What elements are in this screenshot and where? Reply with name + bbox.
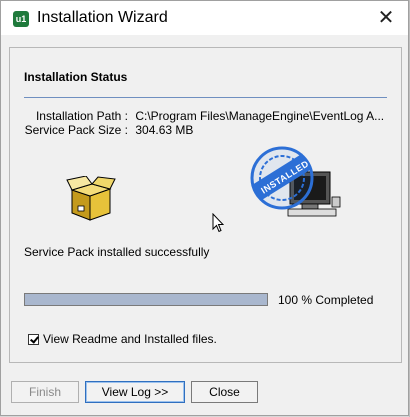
section-separator <box>24 97 387 98</box>
service-pack-size-value: 304.63 MB <box>135 123 194 137</box>
view-log-button[interactable]: View Log >> <box>85 381 185 403</box>
installation-path-label: Installation Path : <box>35 109 128 123</box>
installation-path-row: Installation Path : C:\Program Files\Man… <box>24 109 387 123</box>
service-pack-size-row: Service Pack Size : 304.63 MB <box>24 123 387 137</box>
view-readme-option[interactable]: View Readme and Installed files. <box>28 332 217 346</box>
installed-computer-icon <box>250 146 341 217</box>
view-readme-label[interactable]: View Readme and Installed files. <box>43 332 217 346</box>
view-readme-checkbox[interactable] <box>28 334 39 345</box>
mouse-cursor-icon <box>212 213 224 233</box>
installation-wizard-window: u1 Installation Wizard ✕ Installation St… <box>0 0 409 416</box>
finish-button[interactable]: Finish <box>11 381 79 403</box>
window-title: Installation Wizard <box>37 9 168 26</box>
close-window-button[interactable]: ✕ <box>364 1 408 35</box>
title-bar[interactable]: u1 Installation Wizard ✕ <box>1 1 408 35</box>
installation-path-value: C:\Program Files\ManageEngine\EventLog A… <box>135 109 385 123</box>
package-box-icon <box>66 176 116 221</box>
progress-bar <box>24 293 268 306</box>
status-panel: Installation Status Installation Path : … <box>9 47 402 363</box>
progress-fill <box>25 294 267 305</box>
service-pack-size-label: Service Pack Size : <box>24 123 128 137</box>
section-title: Installation Status <box>24 70 128 84</box>
manageengine-app-icon: u1 <box>13 11 29 27</box>
close-button[interactable]: Close <box>191 381 258 403</box>
status-message: Service Pack installed successfully <box>24 245 210 259</box>
progress-label: 100 % Completed <box>278 293 374 307</box>
